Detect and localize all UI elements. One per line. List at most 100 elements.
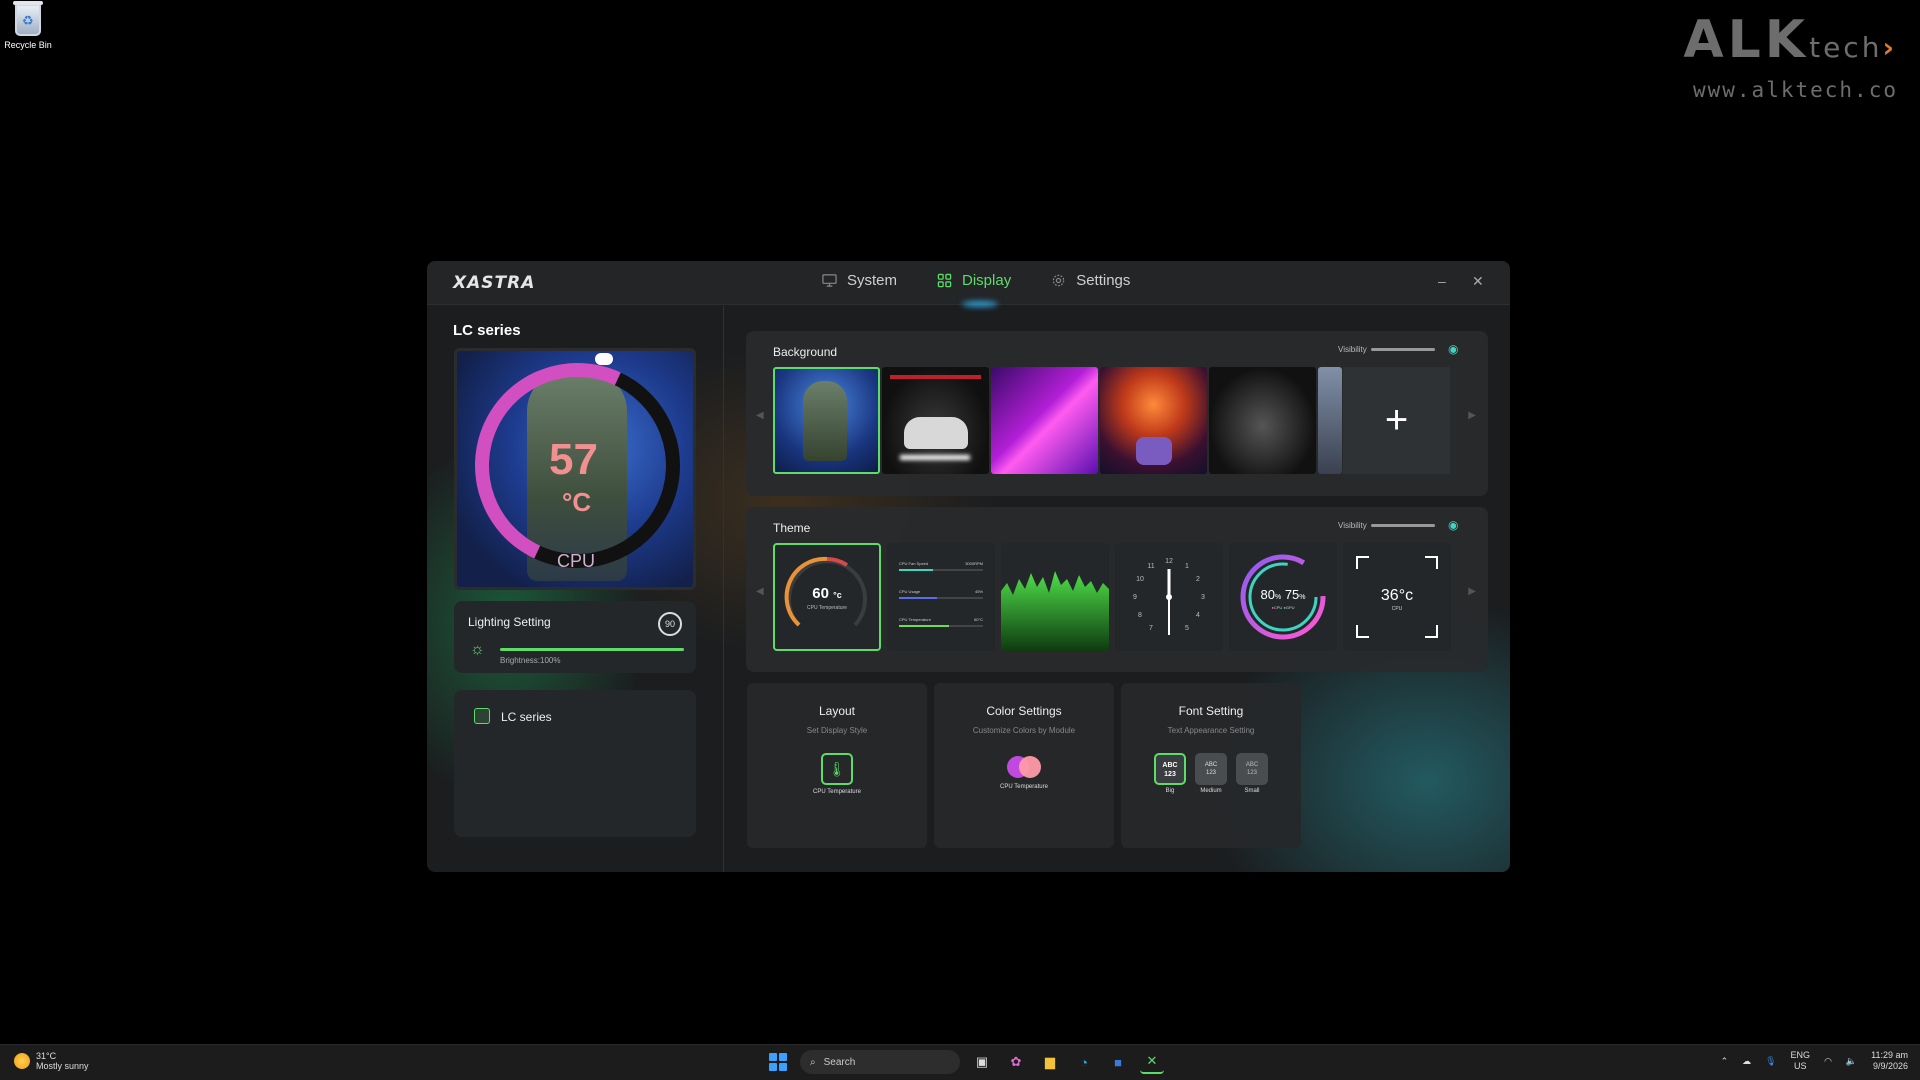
background-thumb-partial[interactable] bbox=[1318, 367, 1342, 474]
font-option-label: Big bbox=[1165, 788, 1175, 794]
background-visibility: Visibility ◉ bbox=[1338, 342, 1458, 356]
theme-wave[interactable] bbox=[1001, 543, 1109, 651]
minimize-button[interactable]: – bbox=[1438, 273, 1446, 289]
bar-label: CPU Usage bbox=[899, 589, 921, 594]
preview-label: CPU bbox=[557, 551, 596, 571]
font-setting-card[interactable]: Font Setting Text Appearance Setting ABC… bbox=[1121, 683, 1301, 848]
xastra-app-icon[interactable]: ✕ bbox=[1140, 1050, 1164, 1074]
taskbar-apps: ⌕ Search ▣ ✿ ▆ ◔ ■ ✕ bbox=[766, 1050, 1164, 1074]
clock-number: 2 bbox=[1196, 576, 1200, 583]
edge-icon[interactable]: ◔ bbox=[1072, 1050, 1096, 1074]
recycle-bin-icon: ♻ bbox=[13, 1, 43, 36]
theme-gauge[interactable]: 60 °c CPU Temperature bbox=[773, 543, 881, 651]
volume-icon[interactable]: 🔈 bbox=[1846, 1056, 1857, 1067]
font-option-small[interactable]: ABC 123 Small bbox=[1236, 753, 1268, 795]
recycle-bin-label: Recycle Bin bbox=[4, 40, 52, 50]
tab-display[interactable]: Display bbox=[937, 272, 1011, 289]
frame-value: 36°c bbox=[1380, 587, 1414, 604]
color-settings-card[interactable]: Color Settings Customize Colors by Modul… bbox=[934, 683, 1114, 848]
taskbar-search[interactable]: ⌕ Search bbox=[800, 1050, 960, 1074]
clock[interactable]: 11:29 am 9/9/2026 bbox=[1871, 1050, 1908, 1072]
clock-number: 10 bbox=[1136, 576, 1144, 583]
add-background-button[interactable]: + bbox=[1343, 367, 1450, 474]
background-thumb-neon-beams[interactable] bbox=[991, 367, 1098, 474]
background-thumb-black-cat[interactable] bbox=[1209, 367, 1316, 474]
bar-fill bbox=[899, 569, 933, 571]
onedrive-icon[interactable]: ☁ bbox=[1742, 1056, 1751, 1067]
color-swatch-icon[interactable] bbox=[1007, 756, 1041, 778]
chevron-up-icon[interactable]: ⌃ bbox=[1721, 1056, 1729, 1067]
background-thumb-car-tunnel[interactable] bbox=[882, 367, 989, 474]
device-item-lc-series[interactable]: LC series bbox=[501, 710, 552, 724]
theme-panel: Theme Visibility ◉ ◀ ▶ 60 °c CPU Tempera… bbox=[746, 507, 1488, 672]
search-icon: ⌕ bbox=[810, 1056, 816, 1068]
watermark-brand: ALK bbox=[1683, 10, 1810, 70]
series-title: LC series bbox=[453, 322, 521, 339]
device-column: LC series 57 °C CPU Lighting Setting 90 … bbox=[427, 306, 724, 872]
color-settings-title: Color Settings bbox=[986, 704, 1062, 718]
clock-number: 5 bbox=[1185, 625, 1189, 632]
background-thumb-sunset-ride[interactable] bbox=[1100, 367, 1207, 474]
visibility-slider[interactable] bbox=[1371, 348, 1435, 351]
font-sample: ABC 123 bbox=[1154, 753, 1186, 785]
theme-rings[interactable]: 80% 75% ●CPU ●GPU bbox=[1229, 543, 1337, 651]
chevron-right-icon[interactable]: ▶ bbox=[1468, 586, 1476, 597]
bar-row: CPU Fan Speed 3000RPM bbox=[899, 561, 983, 571]
color-settings-subtitle: Customize Colors by Module bbox=[972, 726, 1076, 735]
lighting-badge[interactable]: 90 bbox=[658, 612, 682, 636]
desktop: ♻ Recycle Bin ALKtech› www.alktech.co XA… bbox=[0, 0, 1920, 1044]
weather-widget[interactable]: 31°C Mostly sunny bbox=[14, 1051, 89, 1071]
task-view-icon[interactable]: ▣ bbox=[970, 1050, 994, 1074]
theme-clock[interactable]: 12 1 2 3 4 5 7 8 9 10 11 bbox=[1115, 543, 1223, 651]
close-button[interactable]: ✕ bbox=[1472, 273, 1484, 290]
theme-thumbnails: 60 °c CPU Temperature CPU Fan Speed 3000R… bbox=[773, 543, 1451, 651]
clock-graphic: 12 1 2 3 4 5 7 8 9 10 11 bbox=[1133, 558, 1205, 635]
wave-graphic bbox=[1001, 571, 1109, 651]
frame-label: CPU bbox=[1391, 606, 1403, 612]
visibility-label: Visibility bbox=[1338, 345, 1367, 354]
theme-frame[interactable]: 36°c CPU bbox=[1343, 543, 1451, 651]
copilot-icon[interactable]: ✿ bbox=[1004, 1050, 1028, 1074]
recycle-bin[interactable]: ♻ Recycle Bin bbox=[4, 1, 52, 50]
start-button[interactable] bbox=[766, 1050, 790, 1074]
lighting-title: Lighting Setting bbox=[468, 615, 551, 629]
chevron-left-icon[interactable]: ◀ bbox=[756, 410, 764, 421]
chevron-left-icon[interactable]: ◀ bbox=[756, 586, 764, 597]
thermometer-icon[interactable]: 🌡 bbox=[821, 753, 853, 785]
ring-legend-gpu: GPU bbox=[1285, 605, 1295, 610]
theme-bars[interactable]: CPU Fan Speed 3000RPM CPU Usage 45% CPU Te… bbox=[887, 543, 995, 651]
tab-system[interactable]: System bbox=[822, 272, 897, 289]
background-thumbnails bbox=[773, 367, 1342, 474]
sun-icon: ☼ bbox=[470, 641, 485, 658]
watermark-url: www.alktech.co bbox=[1692, 78, 1898, 102]
layout-card[interactable]: Layout Set Display Style 🌡 CPU Temperatu… bbox=[747, 683, 927, 848]
file-explorer-icon[interactable]: ▆ bbox=[1038, 1050, 1062, 1074]
brightness-slider[interactable] bbox=[500, 648, 684, 651]
visibility-slider[interactable] bbox=[1371, 524, 1435, 527]
chevron-right-icon[interactable]: ▶ bbox=[1468, 410, 1476, 421]
language-indicator[interactable]: ENG US bbox=[1791, 1050, 1811, 1072]
ring-legend-cpu: CPU bbox=[1273, 605, 1283, 610]
clock-date: 9/9/2026 bbox=[1872, 1061, 1908, 1071]
background-thumb-anime-soldier[interactable] bbox=[773, 367, 880, 474]
ring-left-value: 80 bbox=[1260, 587, 1275, 602]
font-size-options: ABC 123 Big ABC 123 Medium ABC 123 Small bbox=[1121, 753, 1301, 795]
font-sample: ABC 123 bbox=[1236, 753, 1268, 785]
bar-fill bbox=[899, 597, 937, 599]
store-icon[interactable]: ■ bbox=[1106, 1050, 1130, 1074]
eye-icon[interactable]: ◉ bbox=[1448, 342, 1458, 356]
gear-icon bbox=[1052, 274, 1065, 287]
eye-icon[interactable]: ◉ bbox=[1448, 518, 1458, 532]
font-option-medium[interactable]: ABC 123 Medium bbox=[1195, 753, 1227, 795]
device-icon bbox=[474, 708, 490, 724]
font-option-label: Medium bbox=[1200, 788, 1222, 794]
clock-number: 12 bbox=[1165, 558, 1173, 565]
microphone-icon[interactable]: 🎙 bbox=[1765, 1056, 1776, 1067]
title-bar: XASTRA System Display Settings – ✕ bbox=[427, 261, 1510, 307]
font-option-big[interactable]: ABC 123 Big bbox=[1154, 753, 1186, 795]
tab-settings[interactable]: Settings bbox=[1051, 272, 1130, 289]
clock-number: 3 bbox=[1201, 594, 1205, 601]
clock-number: 7 bbox=[1149, 625, 1153, 632]
wifi-icon[interactable]: ◠ bbox=[1824, 1056, 1832, 1067]
lang-bottom: US bbox=[1794, 1061, 1807, 1071]
